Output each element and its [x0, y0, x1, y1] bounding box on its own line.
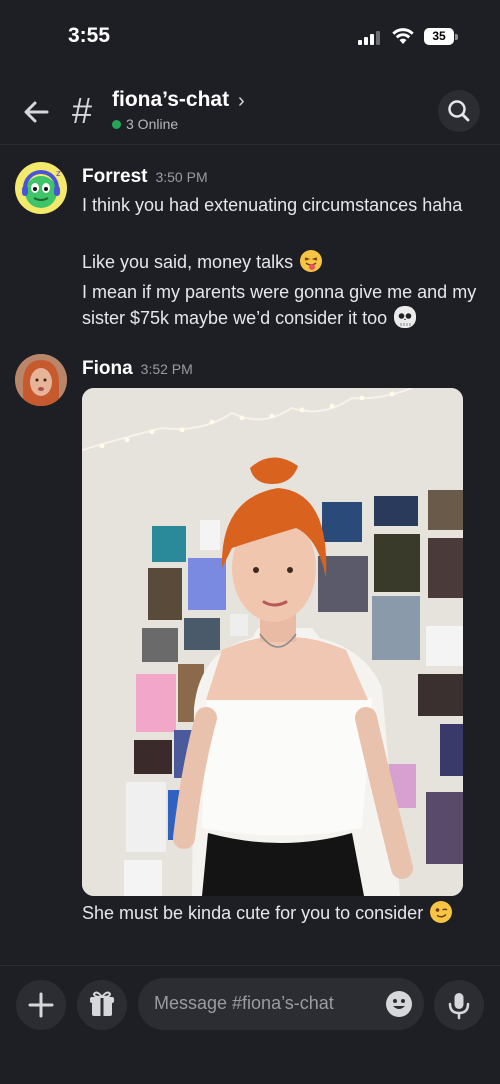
add-attachment-button[interactable]	[16, 980, 66, 1030]
microphone-icon	[448, 993, 470, 1020]
gift-button[interactable]	[77, 980, 127, 1030]
channel-header: # fiona’s-chat › 3 Online	[0, 80, 500, 144]
author-label: Forrest	[82, 166, 148, 187]
back-arrow-icon[interactable]	[22, 98, 50, 126]
svg-text:z: z	[56, 169, 61, 179]
voice-message-button[interactable]	[434, 980, 484, 1030]
winking-face-emoji-icon	[430, 901, 453, 923]
message-text: She must be kinda cute for you to consid…	[82, 900, 482, 926]
tongue-face-emoji-icon	[300, 250, 323, 272]
message-line: I mean if my parents were gonna give me …	[82, 282, 477, 328]
message-timestamp: 3:50 PM	[155, 169, 208, 185]
status-bar: 3:55 35	[0, 0, 500, 70]
skull-emoji-icon	[394, 306, 417, 328]
author-label: Fiona	[82, 358, 133, 379]
chevron-right-icon[interactable]: ›	[238, 90, 245, 113]
message-line: I think you had extenuating circumstance…	[82, 195, 463, 215]
channel-hash-icon: #	[72, 90, 93, 131]
message-line: Like you said, money talks	[82, 252, 294, 272]
message-timestamp: 3:52 PM	[140, 361, 193, 377]
plus-icon	[28, 992, 54, 1018]
search-icon	[448, 100, 470, 122]
smiley-icon	[393, 999, 405, 1009]
emoji-picker-button[interactable]	[386, 991, 412, 1017]
message-line: She must be kinda cute for you to consid…	[82, 903, 424, 923]
message-input-placeholder: Message #fiona’s-chat	[154, 993, 334, 1013]
gift-icon	[90, 991, 114, 1016]
wifi-icon	[392, 28, 414, 44]
online-dot-icon	[112, 120, 121, 129]
message-input[interactable]: Message #fiona’s-chat	[138, 978, 424, 1030]
author-name[interactable]: Forrest 3:50 PM	[82, 166, 208, 188]
status-time: 3:55	[68, 24, 111, 47]
message-text: Like you said, money talks	[82, 249, 482, 275]
avatar[interactable]: z	[15, 162, 67, 214]
avatar[interactable]	[15, 354, 67, 406]
composer-divider	[0, 965, 500, 966]
battery-nub	[455, 34, 458, 40]
image-attachment[interactable]	[82, 388, 463, 896]
online-count: 3 Online	[112, 116, 178, 132]
message-text: I mean if my parents were gonna give me …	[82, 279, 482, 331]
header-divider	[0, 144, 500, 145]
message-text: I think you had extenuating circumstance…	[82, 192, 482, 218]
battery-icon: 35	[424, 28, 454, 45]
signal-icon	[358, 29, 384, 45]
channel-name[interactable]: fiona’s-chat	[112, 88, 229, 112]
search-button[interactable]	[438, 90, 480, 132]
online-label: 3 Online	[126, 116, 179, 132]
author-name[interactable]: Fiona 3:52 PM	[82, 358, 193, 380]
